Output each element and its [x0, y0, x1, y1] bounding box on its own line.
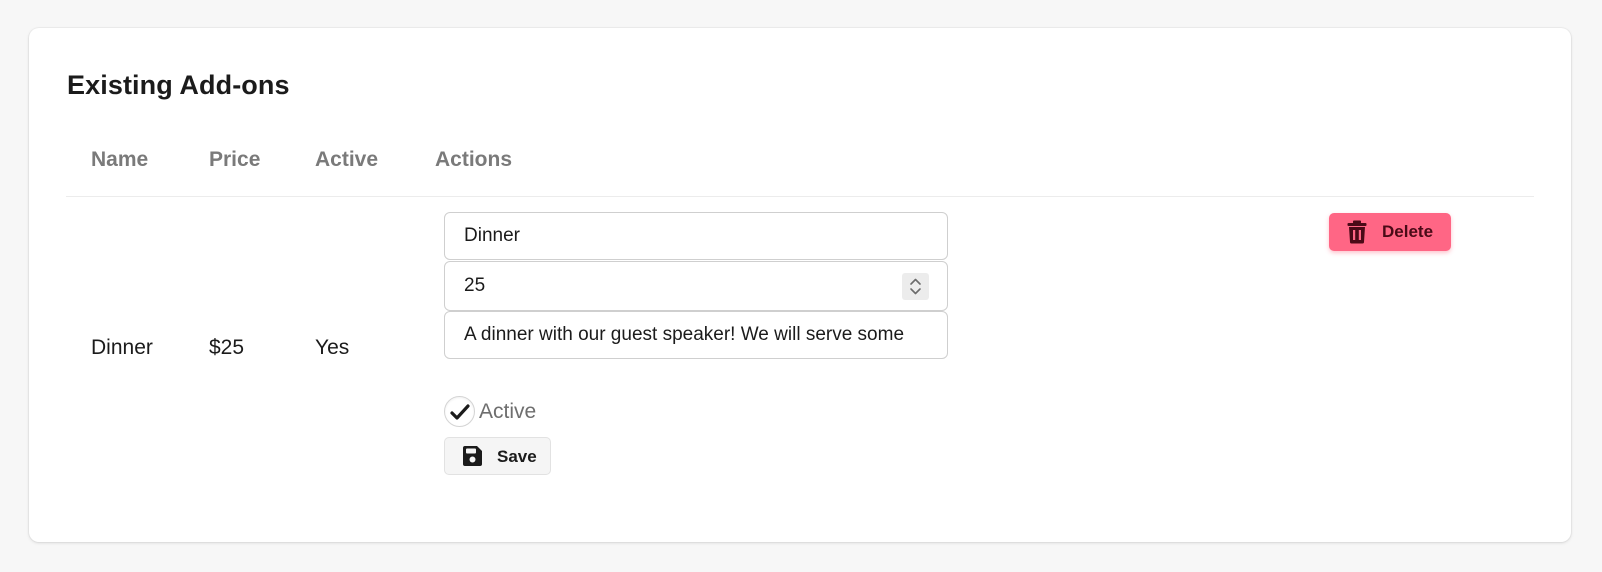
trash-icon [1347, 220, 1367, 249]
save-button[interactable]: Save [444, 437, 551, 475]
addons-card: Existing Add-ons Name Price Active Actio… [29, 28, 1571, 542]
save-button-label: Save [497, 447, 537, 466]
cell-active: Yes [315, 336, 350, 359]
column-header-actions: Actions [435, 148, 513, 171]
addon-price-input[interactable] [445, 262, 923, 310]
column-header-active: Active [315, 148, 379, 171]
floppy-disk-icon [461, 445, 483, 472]
delete-button[interactable]: Delete [1329, 213, 1451, 251]
addon-price-field [444, 261, 948, 311]
addon-name-input[interactable] [444, 212, 948, 260]
delete-button-label: Delete [1382, 222, 1434, 241]
checkmark-icon [450, 404, 470, 420]
cell-price: $25 [209, 336, 245, 359]
chevron-up-down-icon[interactable] [902, 273, 929, 300]
column-header-price: Price [209, 148, 261, 171]
cell-name: Dinner [91, 336, 153, 359]
column-header-name: Name [91, 148, 149, 171]
active-checkbox[interactable] [444, 396, 475, 427]
header-divider [66, 196, 1534, 197]
active-checkbox-label[interactable]: Active [479, 400, 536, 424]
section-title: Existing Add-ons [67, 70, 290, 100]
addon-description-input[interactable] [444, 311, 948, 359]
